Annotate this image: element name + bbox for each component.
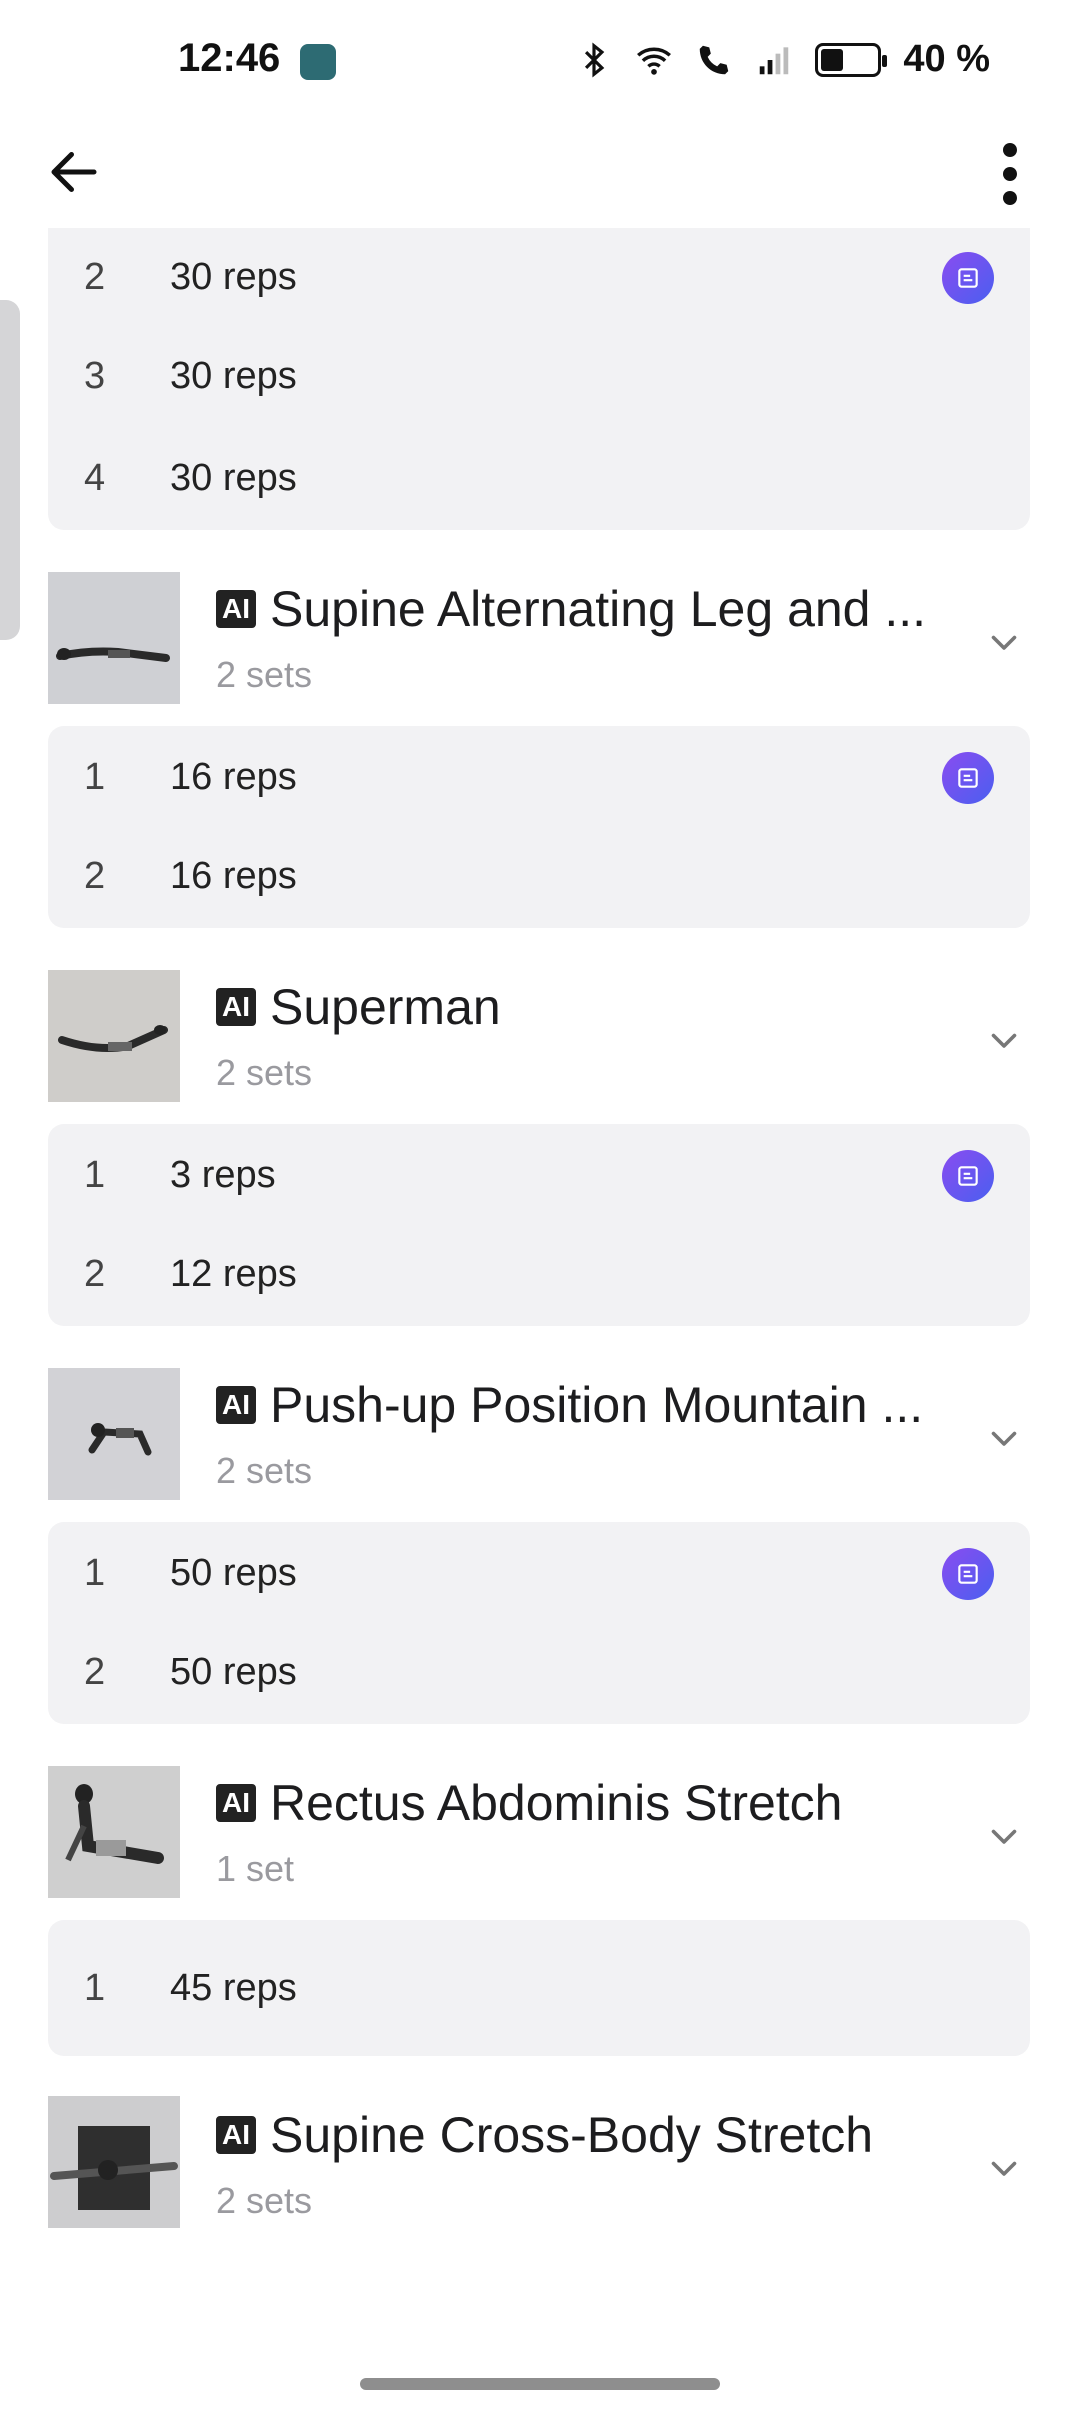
set-number: 1 xyxy=(84,1552,106,1594)
chevron-down-icon[interactable] xyxy=(986,624,1022,660)
exercise-thumbnail xyxy=(48,2096,180,2228)
set-row[interactable]: 2 16 reps xyxy=(48,827,1030,926)
set-reps: 30 reps xyxy=(170,256,297,298)
exercise-sets-count: 2 sets xyxy=(216,1450,313,1491)
set-row[interactable]: 1 45 reps xyxy=(48,1938,1030,2038)
exercise-title: Push-up Position Mountain ... xyxy=(270,1377,924,1433)
signal-icon xyxy=(760,46,789,74)
chevron-down-icon[interactable] xyxy=(986,1022,1022,1058)
more-vertical-icon[interactable] xyxy=(990,134,1030,214)
set-row[interactable]: 1 3 reps xyxy=(48,1126,1030,1225)
ai-note-icon[interactable] xyxy=(942,1547,994,1600)
set-reps: 12 reps xyxy=(170,1253,297,1295)
set-reps: 50 reps xyxy=(170,1552,297,1594)
set-row[interactable]: 3 30 reps xyxy=(48,327,1030,426)
set-number: 2 xyxy=(84,1651,106,1693)
exercise-sets-count: 2 sets xyxy=(216,2180,313,2221)
set-reps: 50 reps xyxy=(170,1651,297,1693)
set-row[interactable]: 4 30 reps xyxy=(48,426,1030,530)
exercise-item[interactable]: AI Rectus Abdominis Stretch 1 set xyxy=(0,1724,1080,1920)
set-row[interactable]: 1 16 reps xyxy=(48,728,1030,827)
set-number: 1 xyxy=(84,756,106,798)
ai-badge: AI xyxy=(216,988,256,1026)
home-indicator[interactable] xyxy=(360,2378,720,2390)
wifi-call-icon xyxy=(700,45,729,74)
app-header xyxy=(0,120,1080,228)
sets-card: 1 16 reps 2 16 reps xyxy=(48,726,1030,928)
exercise-title: Supine Cross-Body Stretch xyxy=(270,2107,874,2163)
exercise-thumbnail xyxy=(48,1368,180,1500)
chevron-down-icon[interactable] xyxy=(986,1420,1022,1456)
exercise-sets-count: 2 sets xyxy=(216,1052,313,1093)
status-icons: 40 % xyxy=(575,38,990,81)
status-bar: 12:46 40 % xyxy=(0,0,1080,120)
set-number: 1 xyxy=(84,1154,106,1196)
sets-card: 2 30 reps 3 30 reps 4 30 reps xyxy=(48,228,1030,530)
bluetooth-icon xyxy=(585,41,605,78)
ai-badge: AI xyxy=(216,1784,256,1822)
sets-card: 1 50 reps 2 50 reps xyxy=(48,1522,1030,1724)
set-number: 4 xyxy=(84,456,106,499)
arrow-left-icon[interactable] xyxy=(44,142,104,202)
set-number: 2 xyxy=(84,855,106,897)
chevron-down-icon[interactable] xyxy=(986,1818,1022,1854)
ai-badge: AI xyxy=(216,2116,256,2154)
exercise-thumbnail xyxy=(48,572,180,704)
exercise-thumbnail xyxy=(48,1766,180,1898)
set-reps: 30 reps xyxy=(170,456,297,499)
set-reps: 16 reps xyxy=(170,855,297,897)
chevron-down-icon[interactable] xyxy=(986,2150,1022,2186)
exercise-item[interactable]: AI Supine Alternating Leg and ... 2 sets xyxy=(0,530,1080,726)
exercise-item[interactable]: AI Supine Cross-Body Stretch 2 sets xyxy=(0,2056,1080,2252)
photos-app-icon xyxy=(300,44,336,80)
set-number: 2 xyxy=(84,1253,106,1295)
status-time: 12:46 xyxy=(178,36,281,80)
set-row[interactable]: 2 12 reps xyxy=(48,1225,1030,1324)
sets-card: 1 3 reps 2 12 reps xyxy=(48,1124,1030,1326)
battery-percent: 40 % xyxy=(903,38,990,80)
set-row[interactable]: 2 30 reps xyxy=(48,228,1030,327)
ai-note-icon[interactable] xyxy=(942,751,994,804)
exercise-title: Supine Alternating Leg and ... xyxy=(270,581,927,637)
workout-exercise-list: 2 30 reps 3 30 reps 4 30 reps AI Supine … xyxy=(0,228,1080,2252)
set-reps: 30 reps xyxy=(170,355,297,397)
set-number: 3 xyxy=(84,355,106,397)
exercise-sets-count: 2 sets xyxy=(216,654,313,695)
set-number: 1 xyxy=(84,1966,106,2009)
exercise-title: Superman xyxy=(270,979,501,1035)
ai-badge: AI xyxy=(216,1386,256,1424)
ai-note-icon[interactable] xyxy=(942,1149,994,1202)
set-reps: 16 reps xyxy=(170,756,297,798)
exercise-item[interactable]: AI Push-up Position Mountain ... 2 sets xyxy=(0,1326,1080,1522)
battery-icon xyxy=(815,42,888,77)
sets-card: 1 45 reps xyxy=(48,1920,1030,2056)
set-number: 2 xyxy=(84,256,106,298)
wifi-icon xyxy=(637,47,672,75)
set-row[interactable]: 1 50 reps xyxy=(48,1524,1030,1623)
ai-badge: AI xyxy=(216,590,256,628)
set-row[interactable]: 2 50 reps xyxy=(48,1623,1030,1722)
exercise-title: Rectus Abdominis Stretch xyxy=(270,1775,843,1831)
ai-note-icon[interactable] xyxy=(942,251,994,304)
set-reps: 45 reps xyxy=(170,1966,297,2009)
set-reps: 3 reps xyxy=(170,1154,276,1196)
exercise-item[interactable]: AI Superman 2 sets xyxy=(0,928,1080,1124)
exercise-thumbnail xyxy=(48,970,180,1102)
exercise-sets-count: 1 set xyxy=(216,1848,295,1889)
